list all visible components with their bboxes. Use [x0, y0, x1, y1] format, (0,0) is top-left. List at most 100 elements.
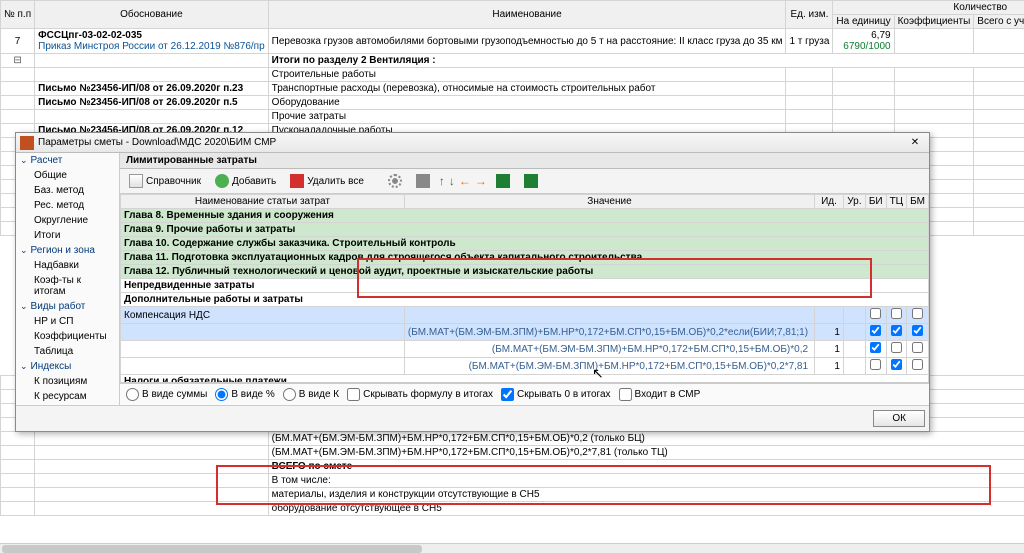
table-row[interactable]: Глава 12. Публичный технологический и це…: [121, 265, 929, 279]
col-osn: Обоснование: [35, 1, 269, 29]
move-right-button[interactable]: →: [475, 174, 487, 188]
book-icon: [129, 174, 143, 188]
flag-checkbox[interactable]: [870, 342, 881, 353]
sidebar-group[interactable]: ⌄Регион и зона: [16, 243, 119, 258]
flag-checkbox[interactable]: [891, 325, 902, 336]
move-down-button[interactable]: ↓: [449, 174, 455, 188]
chevron-down-icon: ⌄: [20, 361, 28, 372]
excel-icon: [496, 174, 510, 188]
move-left-button[interactable]: ←: [459, 174, 471, 188]
print-button[interactable]: [411, 171, 435, 191]
plus-icon: [215, 174, 229, 188]
table-row[interactable]: Письмо №23456-ИП/08 от 26.09.2020г п.23Т…: [1, 82, 1024, 96]
table-row[interactable]: (БМ.МАТ+(БМ.ЭМ-БМ.ЗПМ)+БМ.НР*0,172+БМ.СП…: [1, 446, 1024, 460]
table-row[interactable]: (БМ.МАТ+(БМ.ЭМ-БМ.ЗПМ)+БМ.НР*0,172+БМ.СП…: [121, 324, 929, 341]
table-row[interactable]: Письмо №23456-ИП/08 от 26.09.2020г п.5Об…: [1, 96, 1024, 110]
opt-sum[interactable]: В виде суммы: [126, 388, 207, 401]
toolbar: Справочник Добавить Удалить все ↑ ↓ ← →: [120, 169, 929, 194]
col-id: Ид.: [815, 195, 844, 209]
col-stat-name: Наименование статьи затрат: [121, 195, 405, 209]
horizontal-scrollbar[interactable]: [0, 543, 1024, 553]
section-header: Лимитированные затраты: [120, 153, 929, 169]
col-qty: Количество: [833, 1, 1024, 15]
chevron-down-icon: ⌄: [20, 245, 28, 256]
sidebar-item[interactable]: Надбавки: [16, 258, 119, 273]
table-row[interactable]: (БМ.МАТ+(БМ.ЭМ-БМ.ЗПМ)+БМ.НР*0,172+БМ.СП…: [1, 432, 1024, 446]
sidebar-item[interactable]: К ресурсам: [16, 389, 119, 404]
flag-checkbox[interactable]: [891, 308, 902, 319]
flag-checkbox[interactable]: [912, 325, 923, 336]
add-button[interactable]: Добавить: [210, 171, 281, 191]
sidebar-item[interactable]: Баз. метод: [16, 183, 119, 198]
chevron-down-icon: ⌄: [20, 155, 28, 166]
table-row[interactable]: Глава 8. Временные здания и сооружения: [121, 209, 929, 223]
ok-button[interactable]: ОК: [873, 410, 925, 427]
col-bm: БМ: [907, 195, 929, 209]
sidebar-item[interactable]: Итоги: [16, 228, 119, 243]
opt-percent[interactable]: В виде %: [215, 388, 274, 401]
chk-hide-formula[interactable]: Скрывать формулу в итогах: [347, 388, 493, 401]
export-button[interactable]: [491, 171, 515, 191]
sidebar-group[interactable]: ⌄Индексы: [16, 359, 119, 374]
delete-icon: [290, 174, 304, 188]
dialog-sidebar: ⌄РасчетОбщиеБаз. методРес. методОкруглен…: [16, 153, 120, 405]
delete-all-button[interactable]: Удалить все: [285, 171, 369, 191]
table-row[interactable]: Непредвиденные затраты: [121, 279, 929, 293]
sidebar-item[interactable]: К позициям: [16, 374, 119, 389]
table-row[interactable]: Прочие затраты495,292 486,00: [1, 110, 1024, 124]
table-row[interactable]: (БМ.МАТ+(БМ.ЭМ-БМ.ЗПМ)+БМ.НР*0,172+БМ.СП…: [121, 341, 929, 358]
scrollbar-thumb[interactable]: [2, 545, 422, 553]
view-options: В виде суммы В виде % В виде К Скрывать …: [120, 383, 929, 405]
sidebar-item[interactable]: Коэф-ты к итогам: [16, 273, 119, 299]
flag-checkbox[interactable]: [912, 359, 923, 370]
chk-hide-zero[interactable]: Скрывать 0 в итогах: [501, 388, 611, 401]
table-row[interactable]: Глава 11. Подготовка эксплуатационных ка…: [121, 251, 929, 265]
sidebar-item[interactable]: Таблица: [16, 344, 119, 359]
limited-costs-grid[interactable]: Наименование статьи затрат Значение Ид. …: [120, 194, 929, 383]
printer-icon: [416, 174, 430, 188]
table-row[interactable]: Дополнительные работы и затраты: [121, 293, 929, 307]
table-row[interactable]: ⊟Итоги по разделу 2 Вентиляция :: [1, 54, 1024, 68]
chevron-down-icon: ⌄: [20, 301, 28, 312]
flag-checkbox[interactable]: [870, 308, 881, 319]
table-row[interactable]: Глава 9. Прочие работы и затраты: [121, 223, 929, 237]
dialog-titlebar[interactable]: Параметры сметы - Download\МДС 2020\БИМ …: [16, 133, 929, 153]
table-row[interactable]: (БМ.МАТ+(БМ.ЭМ-БМ.ЗПМ)+БМ.НР*0,172+БМ.СП…: [121, 358, 929, 375]
flag-checkbox[interactable]: [912, 342, 923, 353]
table-row[interactable]: Глава 10. Содержание службы заказчика. С…: [121, 237, 929, 251]
col-bi: БИ: [865, 195, 886, 209]
close-icon[interactable]: ✕: [905, 137, 925, 148]
col-tc: ТЦ: [886, 195, 907, 209]
table-row[interactable]: Компенсация НДС: [121, 307, 929, 324]
flag-checkbox[interactable]: [912, 308, 923, 319]
dict-button[interactable]: Справочник: [124, 171, 206, 191]
import-button[interactable]: [519, 171, 543, 191]
chk-in-smr[interactable]: Входит в СМР: [619, 388, 701, 401]
sidebar-item[interactable]: Округление: [16, 213, 119, 228]
flag-checkbox[interactable]: [870, 359, 881, 370]
table-row[interactable]: ВСЕГО по смете209 809,58794 322,00: [1, 460, 1024, 474]
table-row[interactable]: материалы, изделия и конструкции отсутст…: [1, 488, 1024, 502]
sidebar-item[interactable]: НР и СП: [16, 314, 119, 329]
sidebar-group[interactable]: ⌄Расчет: [16, 153, 119, 168]
col-value: Значение: [404, 195, 814, 209]
settings-button[interactable]: [383, 171, 407, 191]
params-dialog: Параметры сметы - Download\МДС 2020\БИМ …: [15, 132, 930, 432]
gear-icon: [388, 174, 402, 188]
sidebar-group[interactable]: ⌄Виды работ: [16, 299, 119, 314]
flag-checkbox[interactable]: [891, 359, 902, 370]
col-lvl: Ур.: [843, 195, 865, 209]
table-row[interactable]: В том числе:: [1, 474, 1024, 488]
sidebar-item[interactable]: Рес. метод: [16, 198, 119, 213]
move-up-button[interactable]: ↑: [439, 174, 445, 188]
opt-coef[interactable]: В виде К: [283, 388, 339, 401]
table-row[interactable]: 7ФССЦпг-03-02-02-035Приказ Минстроя Росс…: [1, 29, 1024, 54]
flag-checkbox[interactable]: [891, 342, 902, 353]
table-row[interactable]: Налоги и обязательные платежи: [121, 375, 929, 384]
sidebar-item[interactable]: Коэффициенты: [16, 329, 119, 344]
excel-icon: [524, 174, 538, 188]
table-row[interactable]: Строительные работы297,004 773,00: [1, 68, 1024, 82]
flag-checkbox[interactable]: [870, 325, 881, 336]
sidebar-item[interactable]: Общие: [16, 168, 119, 183]
table-row[interactable]: оборудование отсутствующее в СН5: [1, 502, 1024, 516]
